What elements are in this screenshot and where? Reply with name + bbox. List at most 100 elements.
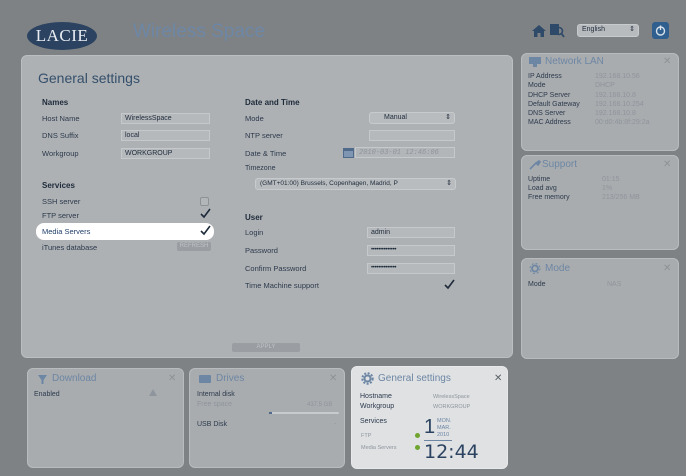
timezone-value: (GMT+01:00) Brussels, Copenhagen, Madrid… xyxy=(260,180,398,187)
download-widget xyxy=(27,368,184,468)
close-icon[interactable]: ✕ xyxy=(663,159,671,170)
host-name-input[interactable]: WirelessSpace xyxy=(121,113,210,124)
select-arrows-icon: ⇕ xyxy=(445,114,451,121)
names-section-title: Names xyxy=(42,98,69,107)
net-row-value: 192.168.10.8 xyxy=(595,110,636,117)
login-input[interactable]: admin xyxy=(367,227,455,238)
dns-suffix-label: DNS Suffix xyxy=(42,131,79,140)
support-row-label: Load avg xyxy=(528,185,557,192)
ntp-server-input[interactable] xyxy=(369,130,455,141)
calendar-icon[interactable] xyxy=(343,147,354,158)
mode-widget-title: Mode xyxy=(545,263,571,274)
services-section-title: Services xyxy=(42,181,75,190)
general-workgroup-label: Workgroup xyxy=(360,403,395,410)
home-icon[interactable] xyxy=(531,24,547,38)
ntp-server-label: NTP server xyxy=(245,131,283,140)
page-title: General settings xyxy=(38,70,140,86)
clock-day-number: 1 xyxy=(424,416,436,438)
workgroup-input[interactable]: WORKGROUP xyxy=(121,148,210,159)
support-row-value: 1% xyxy=(602,185,613,192)
power-icon[interactable] xyxy=(652,22,669,39)
drives-icon xyxy=(199,374,211,384)
net-row-value: DHCP xyxy=(595,82,615,89)
net-row-value: 192.168.10.254 xyxy=(595,101,644,108)
general-ftp-label: FTP xyxy=(361,433,372,439)
date-time-input[interactable]: 2010-03-01 12:46:06 xyxy=(355,147,455,158)
drives-title: Drives xyxy=(216,373,245,384)
close-icon[interactable]: ✕ xyxy=(168,373,176,384)
checkmark-icon xyxy=(200,225,211,236)
ssh-server-checkbox[interactable] xyxy=(200,197,209,206)
usb-disk-label: USB Disk xyxy=(197,421,227,428)
ftp-server-checkbox[interactable] xyxy=(200,208,211,219)
confirm-password-input[interactable]: •••••••••••••• xyxy=(367,263,455,274)
refresh-button[interactable]: REFRESH xyxy=(177,242,211,251)
media-servers-checkbox[interactable] xyxy=(200,225,211,236)
close-icon[interactable]: ✕ xyxy=(663,263,671,274)
mode-widget-label: Mode xyxy=(528,281,546,288)
drives-widget xyxy=(189,368,345,468)
dns-suffix-input[interactable]: local xyxy=(121,130,210,141)
support-row-label: Uptime xyxy=(528,176,551,183)
close-icon[interactable]: ✕ xyxy=(329,373,337,384)
disk-usage-bar xyxy=(269,412,339,414)
itunes-database-label: iTunes database xyxy=(42,243,98,252)
workgroup-label: Workgroup xyxy=(42,149,79,158)
support-icon xyxy=(529,159,542,170)
general-widget-title: General settings xyxy=(378,373,451,384)
general-workgroup-value: WORKGROUP xyxy=(433,404,471,410)
general-services-label: Services xyxy=(360,418,387,425)
close-icon[interactable]: ✕ xyxy=(494,373,502,384)
time-machine-checkbox[interactable] xyxy=(444,279,455,290)
login-label: Login xyxy=(245,228,264,237)
support-row-value: 213/256 MB xyxy=(602,194,640,201)
app-name: Wireless Space xyxy=(133,21,265,42)
password-label: Password xyxy=(245,246,278,255)
network-icon xyxy=(529,57,541,67)
media-status-dot xyxy=(415,445,420,450)
mode-widget-value: NAS xyxy=(607,281,622,288)
date-time-section-title: Date and Time xyxy=(245,98,300,107)
select-arrows-icon: ⇕ xyxy=(629,26,635,33)
disk-usage-fill xyxy=(269,412,272,414)
clock-time: 12:44 xyxy=(424,441,479,463)
free-space-value: 437.5 GB xyxy=(307,402,333,408)
settings-icon[interactable] xyxy=(149,389,157,397)
confirm-password-label: Confirm Password xyxy=(245,264,307,273)
clock-weekday: MON. xyxy=(437,418,452,424)
lacie-logo: LACIE xyxy=(27,22,97,50)
support-row-value: 01:15 xyxy=(602,176,620,183)
support-title: Support xyxy=(542,159,578,170)
language-select[interactable]: English ⇕ xyxy=(577,24,639,37)
timezone-select[interactable]: (GMT+01:00) Brussels, Copenhagen, Madrid… xyxy=(255,178,456,190)
download-icon xyxy=(37,374,48,385)
free-space-label: Free space xyxy=(197,401,233,408)
net-row-label: DHCP Server xyxy=(528,92,571,99)
usb-disk-value: - xyxy=(334,421,337,428)
close-icon[interactable]: ✕ xyxy=(663,56,671,67)
net-row-value: 192.168.10.8 xyxy=(595,92,636,99)
password-input[interactable]: •••••••••••••• xyxy=(367,245,455,256)
net-row-label: Mode xyxy=(528,82,546,89)
network-lan-title: Network LAN xyxy=(545,56,604,67)
apply-button[interactable]: APPLY xyxy=(232,343,300,352)
mode-label: Mode xyxy=(245,114,264,123)
download-title: Download xyxy=(52,373,97,384)
net-row-label: IP Address xyxy=(528,73,562,80)
time-machine-label: Time Machine support xyxy=(245,281,319,290)
clock-month: MAR. xyxy=(437,425,451,431)
user-section-title: User xyxy=(245,213,263,222)
general-hostname-value: WirelessSpace xyxy=(433,394,470,400)
mode-select[interactable]: Manual ⇕ xyxy=(369,112,455,124)
net-row-value: 00:d0:4b:8f:29:2a xyxy=(595,119,650,126)
net-row-value: 192.168.10.56 xyxy=(595,73,640,80)
mode-select-value: Manual xyxy=(384,114,407,121)
net-row-label: DNS Server xyxy=(528,110,566,117)
mode-icon xyxy=(529,263,541,274)
search-icon[interactable] xyxy=(549,23,565,38)
net-row-label: Default Gateway xyxy=(528,101,580,108)
net-row-label: MAC Address xyxy=(528,119,571,126)
ftp-status-dot xyxy=(415,433,420,438)
general-hostname-label: Hostname xyxy=(360,393,392,400)
internal-disk-label: Internal disk xyxy=(197,391,235,398)
